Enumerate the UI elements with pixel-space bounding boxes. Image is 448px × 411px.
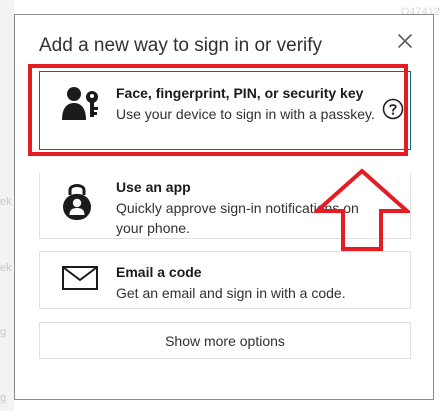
option-passkey-description: Use your device to sign in with a passke… bbox=[116, 106, 375, 122]
option-app-title: Use an app bbox=[116, 179, 191, 195]
option-email-title: Email a code bbox=[116, 264, 202, 280]
background-ghost-text: ek bbox=[0, 196, 12, 208]
option-app-description: Quickly approve sign-in notifications on… bbox=[116, 200, 359, 236]
background-ghost-text: ek bbox=[0, 262, 12, 274]
add-sign-in-method-dialog: Add a new way to sign in or verify Face,… bbox=[14, 14, 434, 400]
show-more-options-label: Show more options bbox=[165, 333, 285, 349]
background-ghost-text: g bbox=[0, 392, 7, 404]
passkey-person-key-icon bbox=[62, 86, 102, 127]
option-passkey[interactable]: Face, fingerprint, PIN, or security key … bbox=[39, 71, 411, 150]
option-passkey-title: Face, fingerprint, PIN, or security key bbox=[116, 85, 364, 101]
option-email-code[interactable]: Email a code Get an email and sign in wi… bbox=[39, 251, 411, 309]
option-email-description: Get an email and sign in with a code. bbox=[116, 285, 346, 301]
help-button[interactable] bbox=[382, 98, 404, 120]
question-circle-icon bbox=[382, 98, 404, 120]
background-ghost-text: g bbox=[0, 326, 7, 338]
close-icon bbox=[398, 34, 412, 48]
authenticator-lock-person-icon bbox=[62, 181, 92, 226]
envelope-icon bbox=[62, 266, 98, 295]
show-more-options-button[interactable]: Show more options bbox=[39, 322, 411, 359]
close-button[interactable] bbox=[393, 29, 417, 53]
dialog-title: Add a new way to sign in or verify bbox=[39, 35, 323, 56]
option-use-app[interactable]: Use an app Quickly approve sign-in notif… bbox=[39, 173, 411, 239]
